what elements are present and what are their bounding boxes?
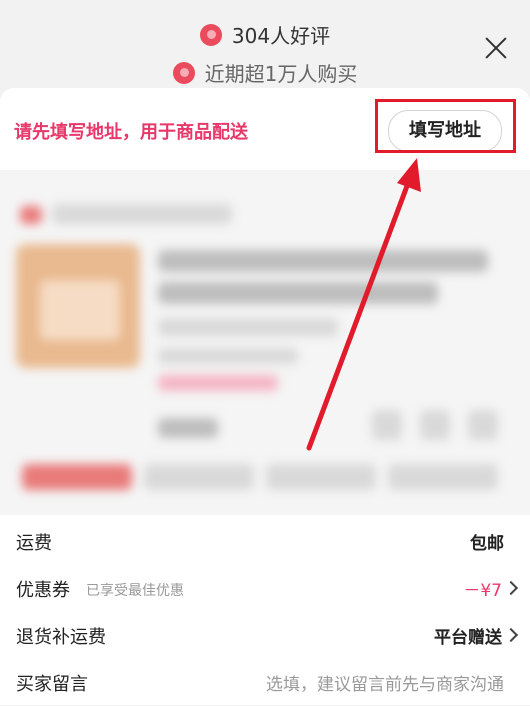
chevron-right-icon (503, 627, 519, 643)
good-reviews-badge: 304人好评 (0, 20, 530, 49)
coupon-value: －¥7 (463, 581, 502, 601)
recent-buyers-badge: 近期超1万人购买 (0, 58, 530, 87)
good-reviews-text: 304人好评 (231, 24, 331, 48)
close-icon[interactable] (484, 36, 508, 60)
blurred-product-section (0, 170, 530, 515)
chevron-right-icon (503, 580, 519, 596)
return-shipping-value: 平台赠送 (434, 628, 502, 648)
buyer-message-row[interactable]: 买家留言 选填，建议留言前先与商家沟通 (0, 660, 530, 706)
shipping-fee-value: 包邮 (470, 534, 504, 554)
header-area: 304人好评 近期超1万人购买 (0, 0, 530, 92)
fire-icon (172, 61, 195, 84)
row-label: 优惠券 (16, 580, 70, 601)
buyer-message-input[interactable]: 选填，建议留言前先与商家沟通 (266, 670, 504, 695)
shipping-fee-row: 运费 包邮 (0, 519, 530, 565)
annotation-highlight-box (375, 99, 516, 153)
recent-buyers-text: 近期超1万人购买 (204, 62, 358, 86)
return-shipping-row[interactable]: 退货补运费 平台赠送 (0, 613, 530, 659)
row-label: 退货补运费 (16, 627, 106, 648)
row-label: 买家留言 (16, 674, 88, 695)
address-prompt: 请先填写地址，用于商品配送 (14, 122, 248, 143)
coupon-subtext: 已享受最佳优惠 (86, 583, 184, 599)
row-label: 运费 (16, 533, 52, 554)
coupon-row[interactable]: 优惠券 已享受最佳优惠 －¥7 (0, 566, 530, 612)
thumb-icon (199, 23, 222, 46)
order-details-list: 运费 包邮 优惠券 已享受最佳优惠 －¥7 退货补运费 平台赠送 买家留言 选填… (0, 515, 530, 705)
